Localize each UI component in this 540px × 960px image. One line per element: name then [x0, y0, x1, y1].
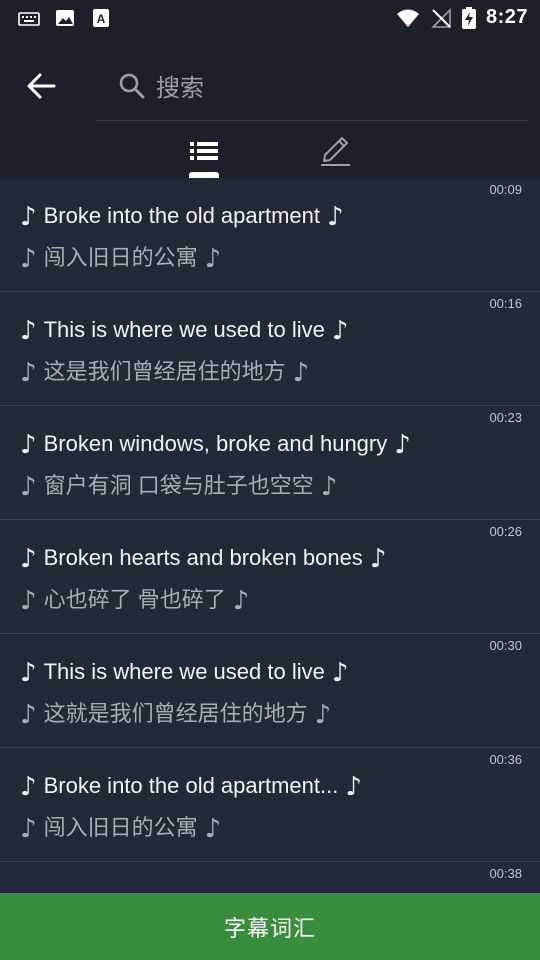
- chinese-line: ♪ 闯入旧日的公寓 ♪: [20, 814, 222, 844]
- timestamp: 00:16: [489, 296, 522, 311]
- subtitle-vocabulary-button[interactable]: 字幕词汇: [0, 893, 540, 960]
- keyboard-icon: [18, 12, 40, 26]
- chinese-line: ♪ 窗户有洞 口袋与肚子也空空 ♪: [20, 472, 338, 502]
- tab-subtitle-list[interactable]: [180, 132, 228, 176]
- search-bar: [96, 56, 528, 121]
- chinese-line: ♪ 这是我们曾经居住的地方 ♪: [20, 358, 310, 388]
- subtitle-item[interactable]: 00:30 ♪ This is where we used to live ♪ …: [0, 634, 540, 748]
- battery-charging-icon: [461, 6, 476, 29]
- subtitle-item[interactable]: 00:16 ♪ This is where we used to live ♪ …: [0, 292, 540, 406]
- english-line: ♪ Broken hearts and broken bones ♪: [20, 544, 387, 574]
- timestamp: 00:30: [489, 638, 522, 653]
- timestamp: 00:23: [489, 410, 522, 425]
- timestamp: 00:36: [489, 752, 522, 767]
- wifi-icon: [396, 9, 419, 27]
- search-icon: [119, 73, 145, 99]
- no-signal-icon: [431, 7, 451, 28]
- app-store-icon: A: [93, 9, 109, 27]
- header: [0, 36, 540, 178]
- english-line: ♪ Broke into the old apartment ♪: [20, 202, 344, 232]
- tab-edit[interactable]: [312, 132, 360, 176]
- search-input[interactable]: [154, 68, 518, 108]
- timestamp: 00:26: [489, 524, 522, 539]
- subtitle-item[interactable]: 00:36 ♪ Broke into the old apartment... …: [0, 748, 540, 862]
- timestamp: 00:09: [489, 182, 522, 197]
- english-line: ♪ This is where we used to live ♪: [20, 658, 349, 688]
- english-line: ♪ Broken windows, broke and hungry ♪: [20, 430, 411, 460]
- english-line: ♪ Broke into the old apartment... ♪: [20, 772, 362, 802]
- image-icon: [56, 10, 74, 26]
- edit-icon: [321, 137, 350, 166]
- clock: 8:27: [485, 6, 528, 28]
- list-icon: [190, 142, 218, 160]
- subtitle-item[interactable]: 00:38: [0, 862, 540, 893]
- status-bar: A 8:27: [0, 0, 540, 36]
- timestamp: 00:38: [489, 866, 522, 881]
- chinese-line: ♪ 这就是我们曾经居住的地方 ♪: [20, 700, 332, 730]
- subtitle-item[interactable]: 00:23 ♪ Broken windows, broke and hungry…: [0, 406, 540, 520]
- subtitle-list: 00:09 ♪ Broke into the old apartment ♪ ♪…: [0, 178, 540, 893]
- subtitle-item[interactable]: 00:26 ♪ Broken hearts and broken bones ♪…: [0, 520, 540, 634]
- english-line: ♪ This is where we used to live ♪: [20, 316, 349, 346]
- back-arrow-icon[interactable]: [22, 68, 62, 104]
- svg-text:A: A: [97, 12, 106, 26]
- chinese-line: ♪ 闯入旧日的公寓 ♪: [20, 244, 222, 274]
- subtitle-item[interactable]: 00:09 ♪ Broke into the old apartment ♪ ♪…: [0, 178, 540, 292]
- chinese-line: ♪ 心也碎了 骨也碎了 ♪: [20, 586, 250, 616]
